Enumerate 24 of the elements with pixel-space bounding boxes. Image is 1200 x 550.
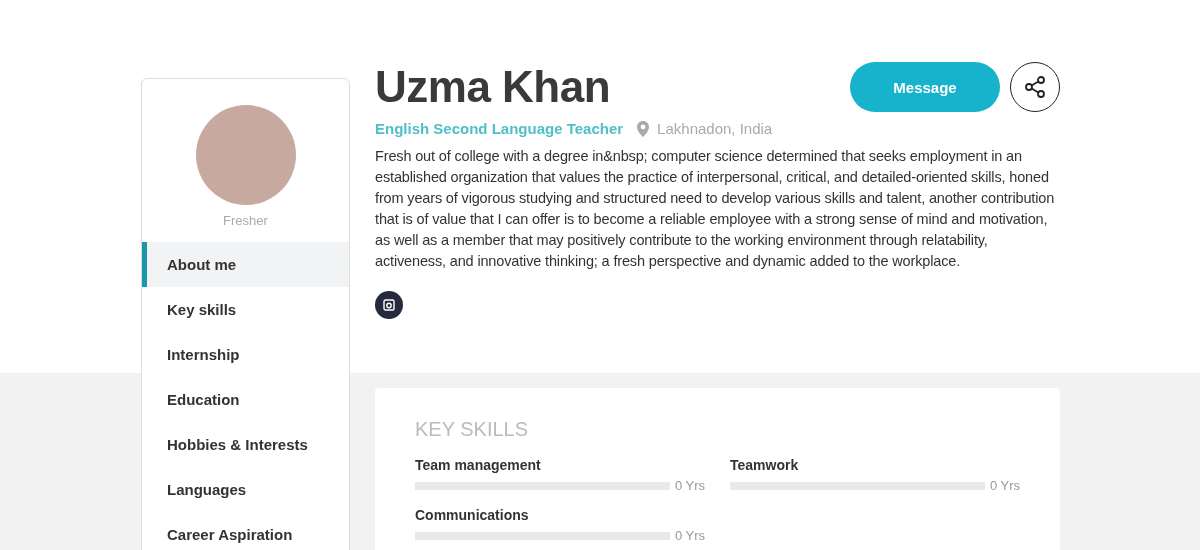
profile-name: Uzma Khan bbox=[375, 62, 611, 112]
skill-years: 0 Yrs bbox=[674, 478, 705, 493]
skill-name: Communications bbox=[415, 507, 530, 523]
sidebar-item[interactable]: Hobbies & Interests bbox=[142, 422, 349, 467]
skill-name: Teamwork bbox=[730, 457, 800, 473]
location-pin-icon bbox=[637, 120, 650, 137]
sidebar-item[interactable]: Education bbox=[142, 377, 349, 422]
skill-years: 0 Yrs bbox=[989, 478, 1020, 493]
instagram-button[interactable] bbox=[375, 291, 403, 319]
location-text: Lakhnadon, India bbox=[657, 120, 773, 137]
camera-icon bbox=[383, 299, 395, 311]
sidebar-item[interactable]: Career Aspiration bbox=[142, 512, 349, 550]
sidebar-item[interactable]: Key skills bbox=[142, 287, 349, 332]
sidebar-item[interactable]: Internship bbox=[142, 332, 349, 377]
share-button[interactable] bbox=[1010, 62, 1060, 112]
sidebar-item[interactable]: Languages bbox=[142, 467, 349, 512]
status-label: Fresher bbox=[222, 213, 269, 228]
section-heading: KEY SKILLS bbox=[415, 418, 530, 441]
job-title: English Second Language Teacher bbox=[375, 120, 624, 137]
sidebar-item[interactable]: About me bbox=[142, 242, 349, 287]
skill-years: 0 Yrs bbox=[674, 528, 705, 543]
skill-name: Team management bbox=[415, 457, 542, 473]
share-icon bbox=[1023, 75, 1047, 99]
about-paragraph: Fresh out of college with a degree in&nbsp; computer science determined that seeks employment in an established organization that values the practice of interpersonal, critical, and detailed-oriented skills, honed from years of vigorous studying and structured need to develop various skills and talent, another contribution that is of value that I can offer is to become a reliable employee with a strong sense of mind and motivation, as well as a member that may positively contribute to the working environment through relatability, activeness, and innovative thinking; a fresh perspective and dynamic added to the workplace. bbox=[375, 147, 1056, 271]
